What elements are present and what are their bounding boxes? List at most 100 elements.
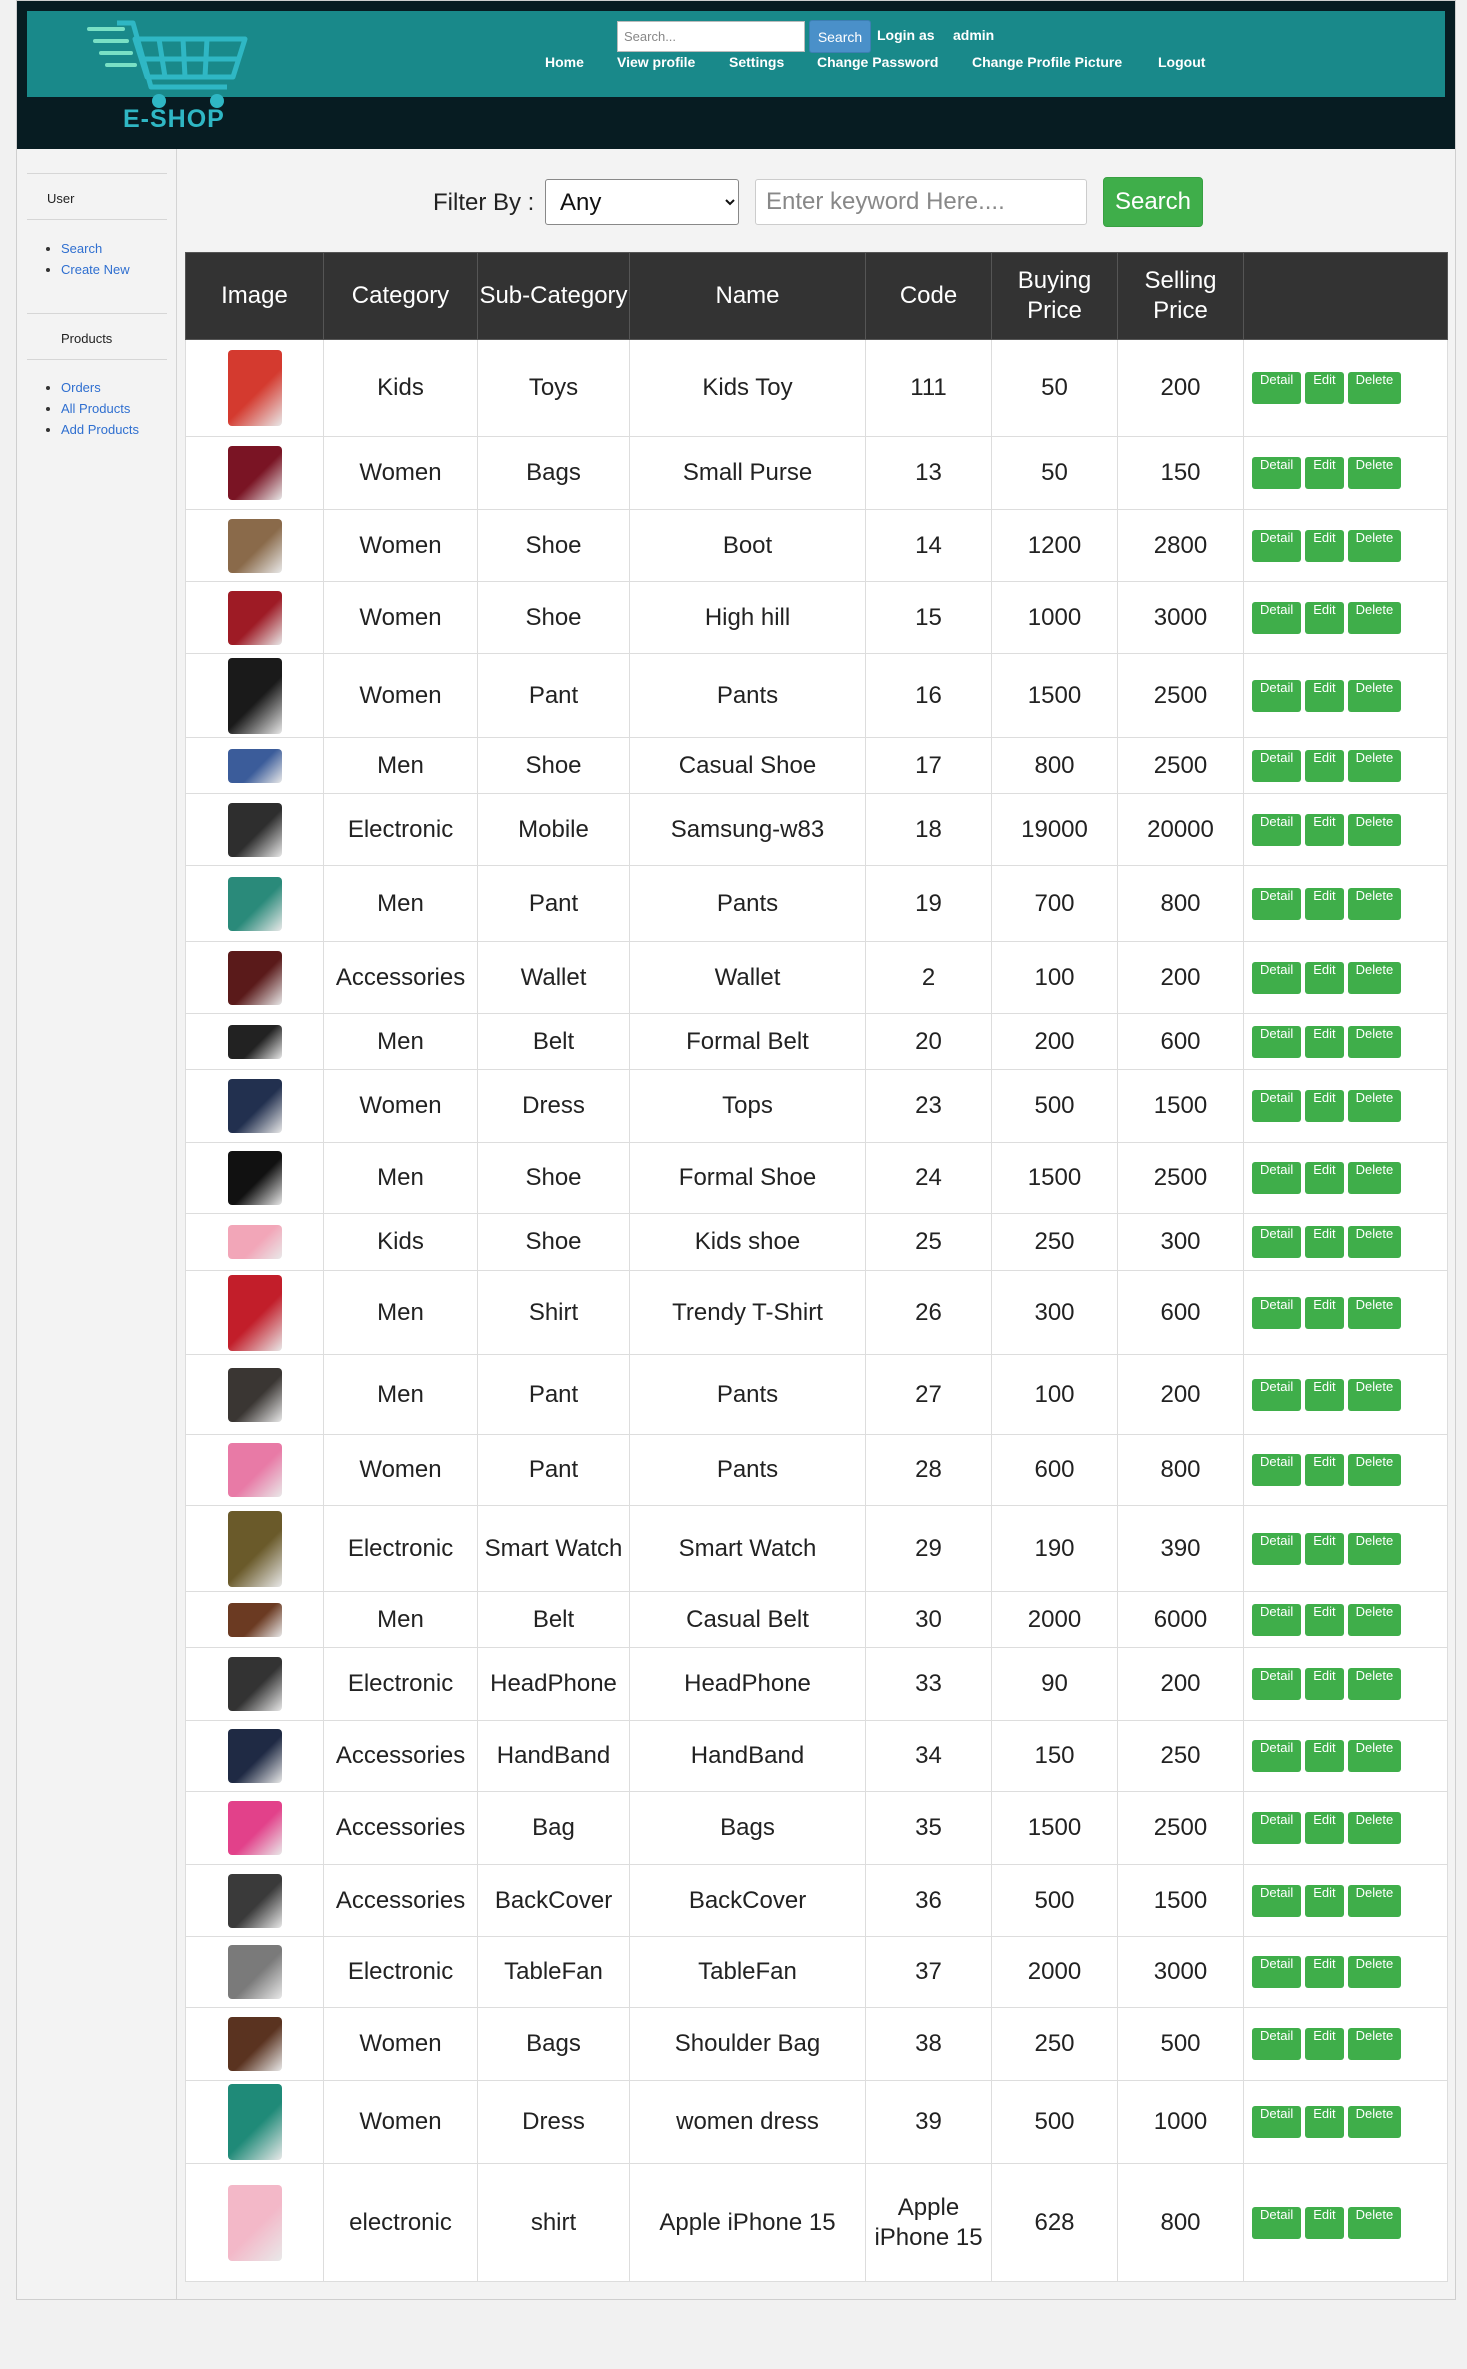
sidebar-link-create-new[interactable]: Create New bbox=[61, 259, 130, 280]
dress-image[interactable] bbox=[227, 2084, 282, 2160]
delete-button[interactable]: Delete bbox=[1347, 961, 1402, 994]
edit-button[interactable]: Edit bbox=[1305, 1162, 1344, 1194]
header-search-input[interactable] bbox=[617, 21, 805, 52]
delete-button[interactable]: Delete bbox=[1347, 2106, 1402, 2138]
detail-button[interactable]: Detail bbox=[1252, 1884, 1302, 1917]
edit-button[interactable]: Edit bbox=[1305, 1454, 1344, 1486]
edit-button[interactable]: Edit bbox=[1305, 813, 1344, 846]
edit-button[interactable]: Edit bbox=[1305, 887, 1344, 920]
delete-button[interactable]: Delete bbox=[1347, 457, 1402, 489]
delete-button[interactable]: Delete bbox=[1347, 372, 1402, 404]
delete-button[interactable]: Delete bbox=[1347, 813, 1402, 846]
phone-image[interactable] bbox=[227, 802, 282, 857]
nav-change-profile-picture[interactable]: Change Profile Picture bbox=[972, 54, 1122, 70]
detail-button[interactable]: Detail bbox=[1252, 1378, 1302, 1411]
nav-logout[interactable]: Logout bbox=[1158, 54, 1205, 70]
edit-button[interactable]: Edit bbox=[1305, 1296, 1344, 1329]
edit-button[interactable]: Edit bbox=[1305, 1025, 1344, 1058]
delete-button[interactable]: Delete bbox=[1347, 529, 1402, 562]
delete-button[interactable]: Delete bbox=[1347, 1090, 1402, 1122]
delete-button[interactable]: Delete bbox=[1347, 1956, 1402, 1988]
iphone-image[interactable] bbox=[227, 2184, 282, 2261]
watch-image[interactable] bbox=[227, 1510, 282, 1587]
delete-button[interactable]: Delete bbox=[1347, 2028, 1402, 2060]
edit-button[interactable]: Edit bbox=[1305, 1378, 1344, 1411]
header-search-button[interactable]: Search bbox=[809, 20, 871, 53]
edit-button[interactable]: Edit bbox=[1305, 2106, 1344, 2138]
delete-button[interactable]: Delete bbox=[1347, 1226, 1402, 1258]
top-image[interactable] bbox=[227, 1079, 282, 1133]
handband-image[interactable] bbox=[227, 1729, 282, 1783]
detail-button[interactable]: Detail bbox=[1252, 457, 1302, 489]
detail-button[interactable]: Detail bbox=[1252, 1454, 1302, 1486]
detail-button[interactable]: Detail bbox=[1252, 1812, 1302, 1844]
wallet-image[interactable] bbox=[227, 950, 282, 1005]
sidebar-link-search[interactable]: Search bbox=[61, 238, 130, 259]
delete-button[interactable]: Delete bbox=[1347, 1296, 1402, 1329]
delete-button[interactable]: Delete bbox=[1347, 1454, 1402, 1486]
shoulder-bag-image[interactable] bbox=[227, 2017, 282, 2071]
detail-button[interactable]: Detail bbox=[1252, 529, 1302, 562]
detail-button[interactable]: Detail bbox=[1252, 813, 1302, 846]
delete-button[interactable]: Delete bbox=[1347, 887, 1402, 920]
edit-button[interactable]: Edit bbox=[1305, 1090, 1344, 1122]
delete-button[interactable]: Delete bbox=[1347, 1603, 1402, 1636]
purse-image[interactable] bbox=[227, 446, 282, 500]
edit-button[interactable]: Edit bbox=[1305, 372, 1344, 404]
brown-belt-image[interactable] bbox=[227, 1602, 282, 1637]
detail-button[interactable]: Detail bbox=[1252, 1025, 1302, 1058]
detail-button[interactable]: Detail bbox=[1252, 1296, 1302, 1329]
detail-button[interactable]: Detail bbox=[1252, 1226, 1302, 1258]
detail-button[interactable]: Detail bbox=[1252, 2106, 1302, 2138]
trousers-image[interactable] bbox=[227, 1367, 282, 1422]
pants-image[interactable] bbox=[227, 657, 282, 734]
delete-button[interactable]: Delete bbox=[1347, 1025, 1402, 1058]
edit-button[interactable]: Edit bbox=[1305, 961, 1344, 994]
detail-button[interactable]: Detail bbox=[1252, 749, 1302, 782]
detail-button[interactable]: Detail bbox=[1252, 372, 1302, 404]
delete-button[interactable]: Delete bbox=[1347, 1532, 1402, 1565]
nav-change-password[interactable]: Change Password bbox=[817, 54, 938, 70]
detail-button[interactable]: Detail bbox=[1252, 961, 1302, 994]
detail-button[interactable]: Detail bbox=[1252, 679, 1302, 712]
edit-button[interactable]: Edit bbox=[1305, 2206, 1344, 2239]
edit-button[interactable]: Edit bbox=[1305, 1532, 1344, 1565]
filter-select[interactable]: Any bbox=[545, 179, 739, 225]
nav-settings[interactable]: Settings bbox=[729, 54, 784, 70]
edit-button[interactable]: Edit bbox=[1305, 1603, 1344, 1636]
backcover-image[interactable] bbox=[227, 1873, 282, 1928]
nav-view-profile[interactable]: View profile bbox=[617, 54, 695, 70]
boot-image[interactable] bbox=[227, 518, 282, 573]
shoe-image[interactable] bbox=[227, 748, 282, 783]
sidebar-link-add-products[interactable]: Add Products bbox=[61, 419, 139, 440]
detail-button[interactable]: Detail bbox=[1252, 1740, 1302, 1772]
delete-button[interactable]: Delete bbox=[1347, 1812, 1402, 1844]
delete-button[interactable]: Delete bbox=[1347, 679, 1402, 712]
formal-shoe-image[interactable] bbox=[227, 1151, 282, 1205]
pink-pants-image[interactable] bbox=[227, 1443, 282, 1497]
heels-image[interactable] bbox=[227, 590, 282, 645]
detail-button[interactable]: Detail bbox=[1252, 2206, 1302, 2239]
nav-home[interactable]: Home bbox=[545, 54, 584, 70]
delete-button[interactable]: Delete bbox=[1347, 2206, 1402, 2239]
edit-button[interactable]: Edit bbox=[1305, 601, 1344, 634]
delete-button[interactable]: Delete bbox=[1347, 1378, 1402, 1411]
edit-button[interactable]: Edit bbox=[1305, 1226, 1344, 1258]
sidebar-link-all-products[interactable]: All Products bbox=[61, 398, 139, 419]
luggage-image[interactable] bbox=[227, 1801, 282, 1855]
edit-button[interactable]: Edit bbox=[1305, 1884, 1344, 1917]
edit-button[interactable]: Edit bbox=[1305, 529, 1344, 562]
kids-shoe-image[interactable] bbox=[227, 1225, 282, 1259]
tshirt-image[interactable] bbox=[227, 1274, 282, 1351]
edit-button[interactable]: Edit bbox=[1305, 1740, 1344, 1772]
fan-image[interactable] bbox=[227, 1945, 282, 1999]
delete-button[interactable]: Delete bbox=[1347, 749, 1402, 782]
filter-search-button[interactable]: Search bbox=[1103, 177, 1203, 227]
delete-button[interactable]: Delete bbox=[1347, 1668, 1402, 1700]
edit-button[interactable]: Edit bbox=[1305, 1668, 1344, 1700]
detail-button[interactable]: Detail bbox=[1252, 1668, 1302, 1700]
detail-button[interactable]: Detail bbox=[1252, 2028, 1302, 2060]
sidebar-link-orders[interactable]: Orders bbox=[61, 377, 139, 398]
detail-button[interactable]: Detail bbox=[1252, 601, 1302, 634]
delete-button[interactable]: Delete bbox=[1347, 1740, 1402, 1772]
